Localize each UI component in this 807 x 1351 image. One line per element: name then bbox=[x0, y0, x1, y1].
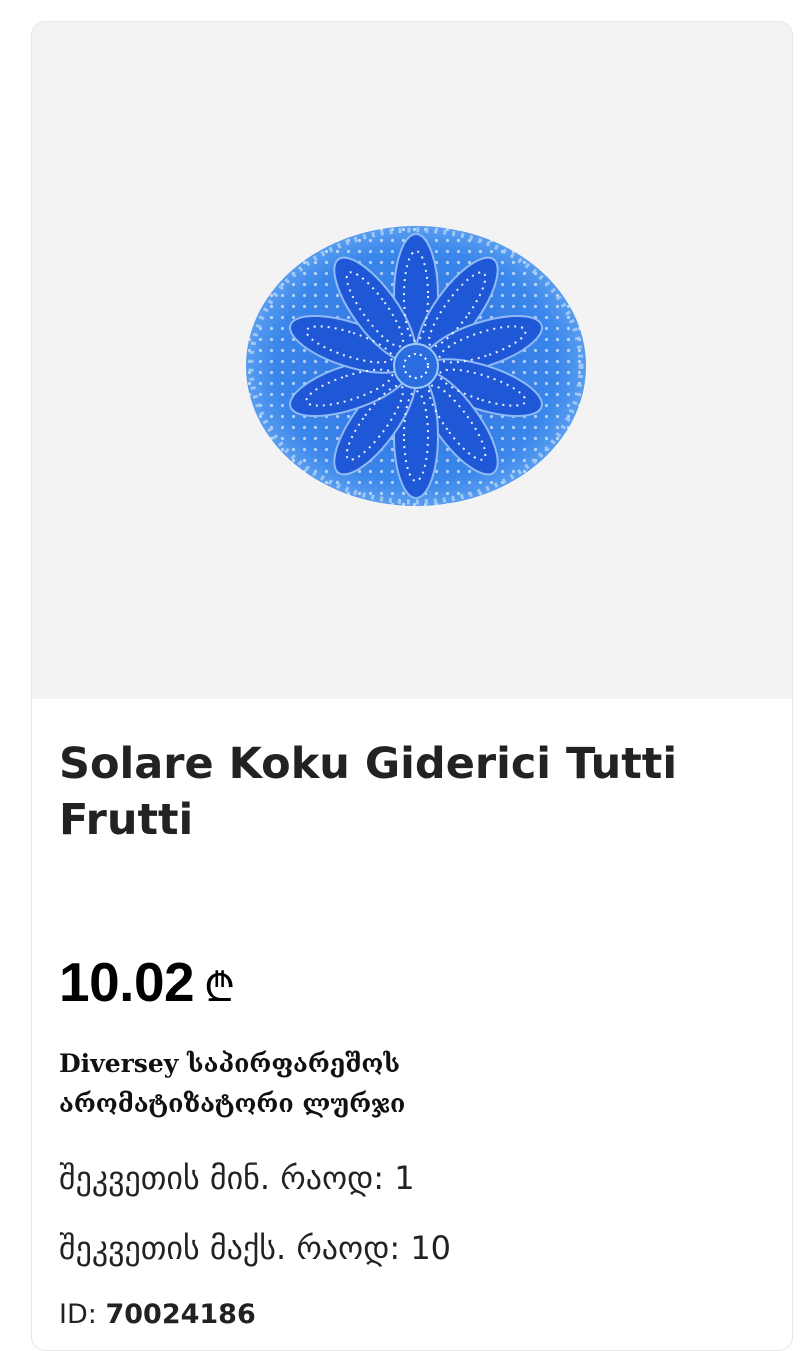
product-subtitle: Diversey საპირფარეშოს არომატიზატორი ლურჯ… bbox=[59, 1049, 406, 1118]
min-order-value: 1 bbox=[394, 1159, 415, 1197]
product-price: 10.02 bbox=[59, 951, 195, 1013]
product-title[interactable]: Solare Koku Giderici Tutti Frutti bbox=[59, 736, 749, 848]
min-order-label: შეკვეთის მინ. რაოდ: bbox=[59, 1159, 385, 1197]
product-id-value: 70024186 bbox=[105, 1299, 256, 1330]
price-row: 10.02 ₾ bbox=[59, 950, 235, 1014]
max-order-quantity: შეკვეთის მაქს. რაოდ: 10 bbox=[59, 1229, 451, 1267]
max-order-value: 10 bbox=[410, 1229, 452, 1267]
product-image[interactable] bbox=[244, 224, 589, 509]
product-image-area[interactable] bbox=[32, 22, 792, 699]
max-order-label: შეკვეთის მაქს. რაოდ: bbox=[59, 1229, 401, 1267]
product-card[interactable]: Solare Koku Giderici Tutti Frutti 10.02 … bbox=[31, 21, 793, 1351]
product-id: ID: 70024186 bbox=[59, 1299, 256, 1330]
min-order-quantity: შეკვეთის მინ. რაოდ: 1 bbox=[59, 1159, 415, 1197]
currency-symbol: ₾ bbox=[204, 965, 235, 1011]
product-id-label: ID: bbox=[59, 1299, 97, 1330]
